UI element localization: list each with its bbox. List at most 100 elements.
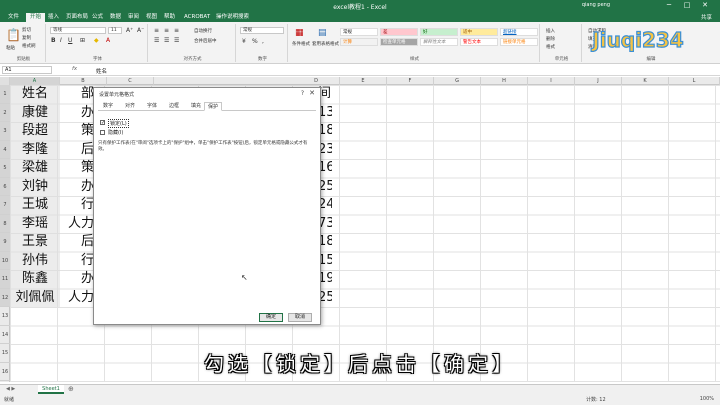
tab-home[interactable]: 开始: [26, 13, 46, 22]
tab-data[interactable]: 数据: [106, 13, 125, 22]
comma-icon[interactable]: ,: [262, 38, 264, 45]
select-all-corner[interactable]: [0, 77, 10, 85]
grow-font-icon[interactable]: A⁺: [126, 27, 133, 34]
cell-b[interactable]: 人力: [62, 215, 94, 234]
style-hyperlink[interactable]: 超链接: [500, 28, 538, 36]
tab-font[interactable]: 字体: [144, 102, 160, 111]
shrink-font-icon[interactable]: A⁻: [137, 27, 144, 34]
cell-b[interactable]: 后: [62, 141, 94, 160]
cell-a[interactable]: 王景: [11, 233, 59, 252]
cell-a[interactable]: 陈鑫: [11, 270, 59, 289]
tab-file[interactable]: 文件: [4, 13, 23, 22]
zoom-level[interactable]: 100%: [700, 396, 714, 402]
cell-b[interactable]: 部: [62, 85, 94, 104]
paste-icon[interactable]: 📋: [6, 28, 21, 42]
row-header[interactable]: 6: [0, 177, 10, 196]
cell-b[interactable]: 办: [62, 270, 94, 289]
align-right-icon[interactable]: ☰: [174, 37, 179, 44]
cell-b[interactable]: 办: [62, 178, 94, 197]
column-header[interactable]: I: [528, 77, 575, 85]
style-bad[interactable]: 差: [380, 28, 418, 36]
tab-alignment[interactable]: 对齐: [122, 102, 138, 111]
style-check-cell[interactable]: 检查单元格: [380, 38, 418, 46]
tab-fill[interactable]: 填充: [188, 102, 204, 111]
tab-review[interactable]: 审阅: [124, 13, 143, 22]
column-header[interactable]: B: [60, 77, 107, 85]
column-header[interactable]: C: [107, 77, 154, 85]
cell-a[interactable]: 李瑶: [11, 215, 59, 234]
cut-button[interactable]: 剪切: [22, 27, 31, 33]
tab-number[interactable]: 数字: [100, 102, 116, 111]
style-linked-cell[interactable]: 链接单元格: [500, 38, 538, 46]
conditional-format-icon[interactable]: ▦: [295, 28, 304, 38]
close-icon[interactable]: ✕: [309, 89, 315, 97]
cell-b[interactable]: 行: [62, 196, 94, 215]
minimize-button[interactable]: ─: [662, 1, 676, 9]
sheet-nav-arrows[interactable]: ◀ ▶: [6, 386, 15, 392]
table-format-icon[interactable]: ▤: [318, 28, 327, 38]
sheet-tab[interactable]: Sheet1: [38, 385, 64, 394]
paste-button[interactable]: 粘贴: [6, 45, 15, 51]
format-as-table-button[interactable]: 套用表格格式: [312, 41, 339, 47]
cell-a[interactable]: 孙伟: [11, 252, 59, 271]
tab-insert[interactable]: 插入: [44, 13, 63, 22]
help-icon[interactable]: ?: [301, 90, 304, 97]
style-neutral[interactable]: 适中: [460, 28, 498, 36]
cell-b[interactable]: 策: [62, 122, 94, 141]
cell-a[interactable]: 刘钟: [11, 178, 59, 197]
merge-center-button[interactable]: 合并后居中: [194, 38, 217, 44]
cell-a[interactable]: 刘佩佩: [11, 289, 59, 308]
row-header[interactable]: 2: [0, 103, 10, 122]
tab-acrobat[interactable]: ACROBAT: [180, 13, 214, 22]
currency-icon[interactable]: ¥: [242, 38, 246, 45]
tab-protection[interactable]: 保护: [204, 102, 223, 111]
format-cells-button[interactable]: 格式: [546, 44, 555, 50]
row-header[interactable]: 4: [0, 140, 10, 159]
align-bottom-icon[interactable]: ≡: [174, 27, 179, 34]
row-header[interactable]: 9: [0, 233, 10, 252]
cell-b[interactable]: 办: [62, 104, 94, 123]
tab-formulas[interactable]: 公式: [88, 13, 107, 22]
row-header[interactable]: 3: [0, 122, 10, 141]
hidden-checkbox[interactable]: [100, 130, 105, 135]
tab-view[interactable]: 视图: [142, 13, 161, 22]
fill-color-icon[interactable]: ◆: [94, 37, 99, 44]
align-middle-icon[interactable]: ≡: [164, 27, 169, 34]
conditional-format-button[interactable]: 条件格式: [292, 41, 310, 47]
column-header[interactable]: F: [387, 77, 434, 85]
tell-me-search[interactable]: 操作说明搜索: [212, 13, 253, 22]
percent-icon[interactable]: %: [252, 38, 258, 45]
formula-input[interactable]: 姓名: [96, 67, 107, 75]
format-painter-button[interactable]: 格式刷: [22, 43, 36, 49]
number-format-select[interactable]: 常规: [240, 27, 284, 34]
name-box[interactable]: A1: [2, 66, 52, 74]
row-header[interactable]: 7: [0, 196, 10, 215]
add-sheet-icon[interactable]: ⊕: [68, 385, 74, 393]
font-name-select[interactable]: 等线: [50, 27, 106, 34]
cell-a[interactable]: 王城: [11, 196, 59, 215]
row-header[interactable]: 14: [0, 326, 10, 344]
row-header[interactable]: 5: [0, 159, 10, 178]
column-header[interactable]: E: [340, 77, 387, 85]
cell-a[interactable]: 李隆: [11, 141, 59, 160]
delete-cells-button[interactable]: 删除: [546, 36, 555, 42]
column-header[interactable]: G: [434, 77, 481, 85]
locked-checkbox[interactable]: ✓: [100, 120, 105, 126]
style-calculation[interactable]: 计算: [340, 38, 378, 46]
cell-b[interactable]: 人力: [62, 289, 94, 308]
align-top-icon[interactable]: ≡: [154, 27, 159, 34]
cell-a[interactable]: 梁雄: [11, 159, 59, 178]
share-button[interactable]: 共享: [701, 13, 712, 21]
column-header[interactable]: D: [293, 77, 340, 85]
style-normal[interactable]: 常规: [340, 28, 378, 36]
close-window-button[interactable]: ✕: [698, 1, 712, 9]
column-header[interactable]: K: [622, 77, 669, 85]
user-name[interactable]: qiang peng: [582, 2, 610, 8]
cell-b[interactable]: 策: [62, 159, 94, 178]
cell-a[interactable]: 康健: [11, 104, 59, 123]
column-header[interactable]: L: [669, 77, 720, 85]
insert-cells-button[interactable]: 插入: [546, 28, 555, 34]
row-header[interactable]: 1: [0, 85, 10, 104]
cell-a[interactable]: 姓名: [11, 85, 59, 104]
column-header[interactable]: H: [481, 77, 528, 85]
